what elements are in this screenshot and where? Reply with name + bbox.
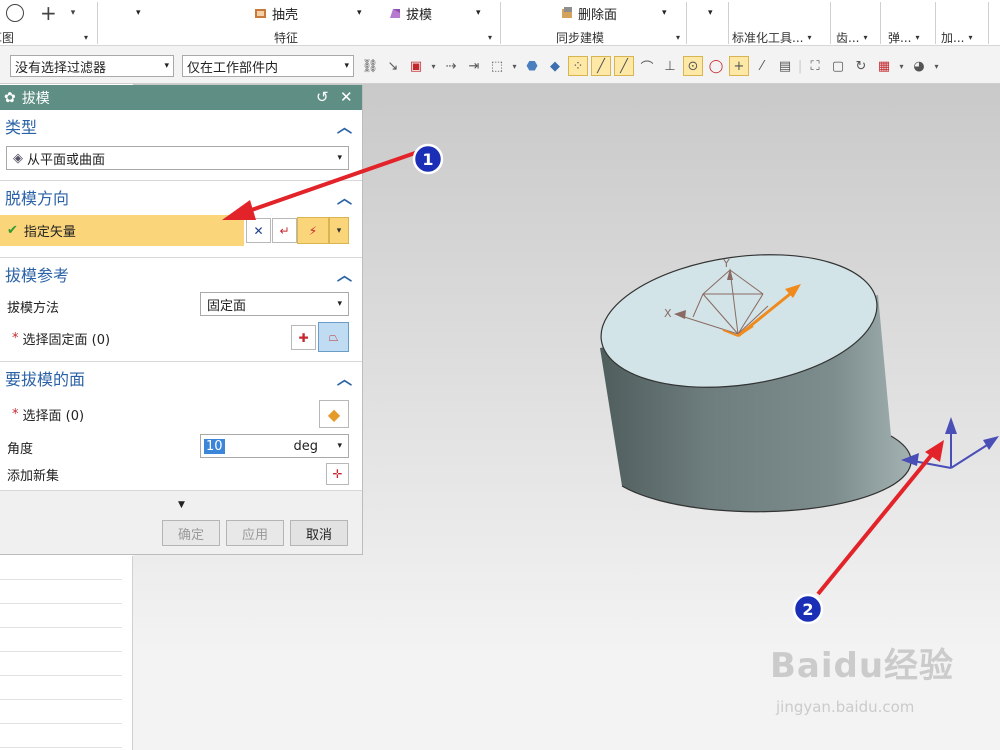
annotation-overlay: 1 2 — [222, 143, 944, 625]
red-arrow-2 — [816, 440, 944, 596]
red-arrow-1 — [222, 150, 419, 220]
callout-badge-1: 1 — [412, 143, 444, 175]
svg-text:2: 2 — [802, 600, 813, 619]
callout-badge-2: 2 — [792, 593, 824, 625]
svg-text:1: 1 — [422, 150, 433, 169]
